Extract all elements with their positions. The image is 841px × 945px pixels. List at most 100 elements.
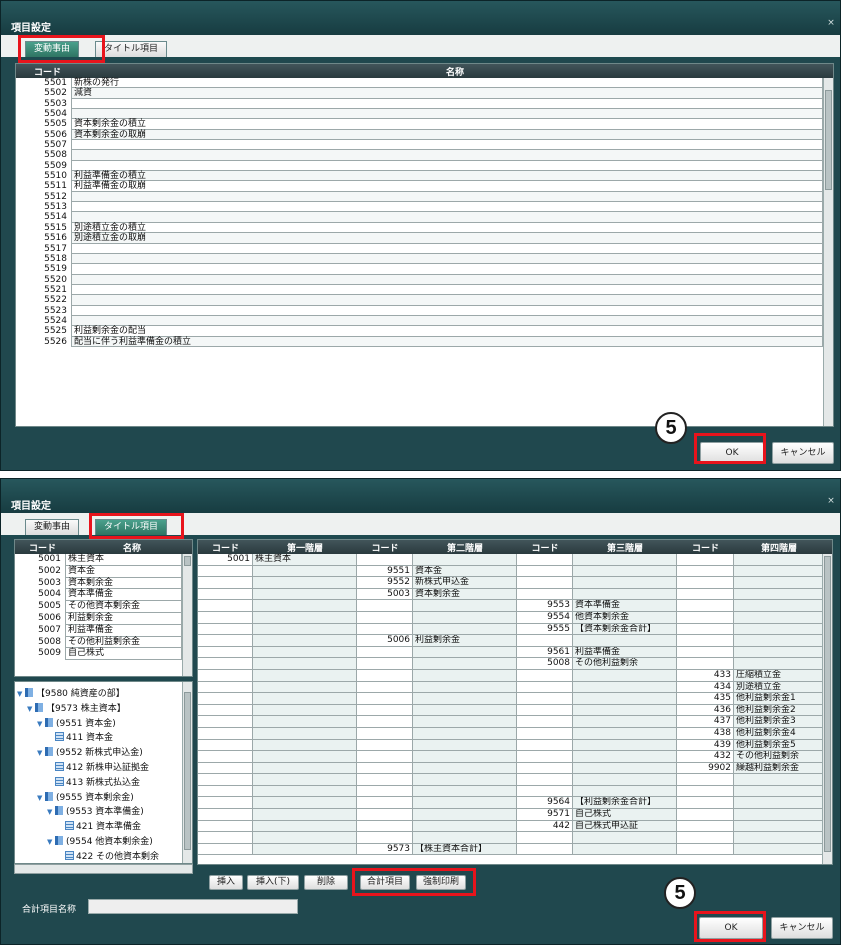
- row-name-field[interactable]: [71, 243, 823, 254]
- cell-name[interactable]: その他利益剰余: [573, 658, 677, 670]
- table-row[interactable]: 5502 減資: [16, 88, 833, 99]
- grid-scrollbar[interactable]: [822, 554, 832, 864]
- cell-code[interactable]: [677, 658, 734, 670]
- cell-name[interactable]: [573, 716, 677, 728]
- cell-code[interactable]: [198, 646, 253, 659]
- cell-name[interactable]: [413, 751, 517, 763]
- cell-name[interactable]: [734, 843, 824, 856]
- tab-title-items[interactable]: タイトル項目: [95, 41, 168, 57]
- cell-name[interactable]: [734, 832, 824, 844]
- cell-name[interactable]: [253, 577, 357, 589]
- table-row[interactable]: 432 その他利益剰余: [198, 751, 832, 763]
- cell-name[interactable]: [253, 635, 357, 647]
- cell-name[interactable]: 自己株式申込証: [573, 820, 677, 833]
- list-item[interactable]: 5002 資本金: [15, 565, 192, 578]
- cell-code[interactable]: [198, 751, 253, 763]
- cell-code[interactable]: 5006: [357, 635, 413, 647]
- cell-code[interactable]: [198, 774, 253, 786]
- cell-code[interactable]: [517, 751, 573, 763]
- row-name-field[interactable]: [71, 264, 823, 275]
- table-row[interactable]: 5516 別途積立金の取崩: [16, 233, 833, 244]
- cell-name[interactable]: その他利益剰余: [734, 751, 824, 763]
- cell-name[interactable]: [253, 588, 357, 601]
- cell-code[interactable]: [517, 843, 573, 856]
- cell-code[interactable]: [198, 588, 253, 601]
- cell-code[interactable]: [357, 809, 413, 821]
- cell-code[interactable]: 432: [677, 751, 734, 763]
- cell-code[interactable]: [357, 669, 413, 682]
- table-row[interactable]: 5514: [16, 212, 833, 223]
- row-name-field[interactable]: [71, 253, 823, 265]
- cell-code[interactable]: [517, 693, 573, 705]
- cell-code[interactable]: [357, 646, 413, 659]
- ok-button[interactable]: OK: [699, 917, 763, 939]
- table-row[interactable]: [198, 774, 832, 786]
- row-name-field[interactable]: [71, 140, 823, 151]
- row-name-field[interactable]: [71, 305, 823, 316]
- cell-code[interactable]: [198, 739, 253, 752]
- cell-name[interactable]: [734, 646, 824, 659]
- ok-button[interactable]: OK: [700, 442, 764, 464]
- cell-name[interactable]: [573, 739, 677, 752]
- cell-code[interactable]: [677, 577, 734, 589]
- table-row[interactable]: 439 他利益剰余金5: [198, 739, 832, 752]
- cell-name[interactable]: [413, 739, 517, 752]
- cell-code[interactable]: [357, 785, 413, 798]
- cell-code[interactable]: [357, 762, 413, 775]
- cell-code[interactable]: [198, 797, 253, 810]
- row-name-field[interactable]: [71, 202, 823, 213]
- table-row[interactable]: 5510 利益準備金の積立: [16, 171, 833, 182]
- table-row[interactable]: 5512: [16, 191, 833, 203]
- table-row[interactable]: 9552 新株式申込金: [198, 577, 832, 589]
- insert-below-button[interactable]: 挿入(下): [247, 875, 299, 890]
- cell-code[interactable]: [677, 785, 734, 798]
- cell-name[interactable]: [253, 751, 357, 763]
- table-row[interactable]: 5503: [16, 98, 833, 110]
- list-item[interactable]: 5001 株主資本: [15, 554, 192, 566]
- cell-name[interactable]: [734, 809, 824, 821]
- cell-name[interactable]: [734, 565, 824, 578]
- row-name-field[interactable]: 別途積立金の積立: [71, 222, 823, 234]
- tab-change-reason[interactable]: 変動事由: [25, 41, 80, 57]
- cell-code[interactable]: [198, 681, 253, 694]
- list-item[interactable]: 5007 利益準備金: [15, 624, 192, 637]
- cell-code[interactable]: [198, 809, 253, 821]
- row-name-field[interactable]: [71, 284, 823, 296]
- tree-node[interactable]: 413 新株式払込金: [55, 776, 140, 790]
- cell-code[interactable]: [357, 727, 413, 740]
- cell-code[interactable]: [357, 820, 413, 833]
- cell-code[interactable]: [677, 646, 734, 659]
- cell-name[interactable]: [734, 577, 824, 589]
- cell-name[interactable]: [734, 635, 824, 647]
- table-row[interactable]: 9573 【株主資本合計】: [198, 843, 832, 856]
- cell-code[interactable]: 5001: [198, 554, 253, 566]
- cell-name[interactable]: [573, 554, 677, 566]
- cell-name[interactable]: [413, 646, 517, 659]
- cell-code[interactable]: [517, 565, 573, 578]
- scrollbar-thumb[interactable]: [184, 692, 191, 850]
- tree-node[interactable]: ▼ (9551 資本金): [37, 717, 116, 731]
- cell-code[interactable]: 436: [677, 704, 734, 717]
- table-row[interactable]: 5506 資本剰余金の取崩: [16, 129, 833, 141]
- cell-code[interactable]: [677, 623, 734, 636]
- cell-name[interactable]: [573, 565, 677, 578]
- expand-arrow-icon[interactable]: ▼: [37, 746, 45, 760]
- cell-name[interactable]: 他利益剰余金4: [734, 727, 824, 740]
- cell-code[interactable]: [198, 658, 253, 670]
- row-name-field[interactable]: 利益準備金の積立: [71, 171, 823, 182]
- cell-code[interactable]: 9553: [517, 600, 573, 612]
- cell-code[interactable]: [198, 727, 253, 740]
- close-icon[interactable]: ×: [826, 495, 836, 507]
- table-row[interactable]: 5008 その他利益剰余: [198, 658, 832, 670]
- table-row[interactable]: 9564 【利益剰余金合計】: [198, 797, 832, 810]
- table-row[interactable]: 5523: [16, 305, 833, 316]
- row-name-field[interactable]: 資本剰余金の取崩: [71, 129, 823, 141]
- cell-code[interactable]: [517, 727, 573, 740]
- table-row[interactable]: 434 別途積立金: [198, 681, 832, 694]
- tree-node[interactable]: 422 その他資本剰余: [65, 850, 159, 863]
- expand-arrow-icon[interactable]: ▼: [47, 835, 55, 849]
- cell-code[interactable]: 433: [677, 669, 734, 682]
- row-name-field[interactable]: [71, 295, 823, 306]
- cell-code[interactable]: [198, 623, 253, 636]
- table-row[interactable]: [198, 785, 832, 798]
